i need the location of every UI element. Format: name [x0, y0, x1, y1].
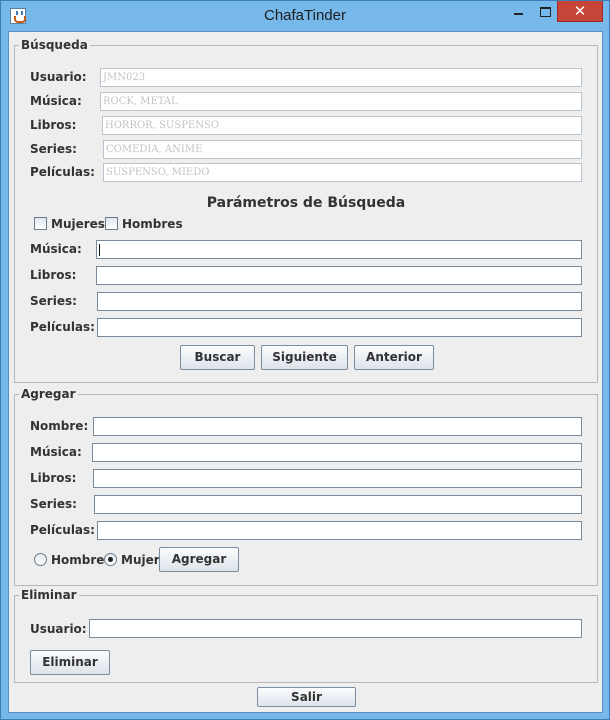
agregar-libros-input[interactable] [93, 469, 582, 488]
filter-musica-input[interactable] [96, 240, 582, 259]
salir-button[interactable]: Salir [257, 687, 356, 707]
filter-series-input[interactable] [97, 292, 582, 311]
profile-musica-field: ROCK, METAL [100, 92, 582, 111]
agregar-nombre-label: Nombre: [30, 419, 89, 433]
parametros-heading: Parámetros de Búsqueda [206, 195, 406, 211]
agregar-nombre-input[interactable] [93, 417, 582, 436]
mujeres-checkbox-label[interactable]: Mujeres [51, 217, 105, 231]
profile-usuario-label: Usuario: [30, 70, 87, 84]
agregar-peliculas-input[interactable] [97, 521, 582, 540]
agregar-libros-label: Libros: [30, 471, 77, 485]
close-button[interactable]: ✕ [557, 1, 603, 22]
profile-series-field: COMEDIA, ANIME [103, 140, 582, 159]
busqueda-group-title: Búsqueda [19, 37, 90, 53]
eliminar-group-title: Eliminar [19, 587, 79, 603]
hombre-radio-label[interactable]: Hombre [51, 553, 104, 567]
agregar-peliculas-label: Películas: [30, 523, 95, 537]
eliminar-group: Eliminar Usuario: Eliminar [14, 587, 598, 683]
eliminar-usuario-label: Usuario: [30, 622, 87, 636]
text-caret [99, 244, 100, 256]
filter-peliculas-input[interactable] [97, 318, 582, 337]
app-window: ChafaTinder ✕ Búsqueda Usuario: JMN023 M… [0, 0, 610, 720]
mujeres-checkbox[interactable] [34, 217, 47, 230]
agregar-series-label: Series: [30, 497, 77, 511]
agregar-musica-label: Música: [30, 445, 82, 459]
filter-peliculas-label: Películas: [30, 320, 95, 334]
anterior-button[interactable]: Anterior [354, 345, 434, 370]
siguiente-button[interactable]: Siguiente [261, 345, 348, 370]
agregar-musica-input[interactable] [92, 443, 582, 462]
minimize-button[interactable] [505, 1, 532, 22]
hombres-checkbox[interactable] [105, 217, 118, 230]
agregar-series-input[interactable] [94, 495, 582, 514]
mujer-radio[interactable] [104, 553, 117, 566]
busqueda-group: Búsqueda Usuario: JMN023 Música: ROCK, M… [14, 37, 598, 383]
filter-libros-label: Libros: [30, 268, 77, 282]
filter-musica-label: Música: [30, 242, 82, 256]
hombres-checkbox-label[interactable]: Hombres [122, 217, 183, 231]
profile-series-label: Series: [30, 142, 77, 156]
mujer-radio-label[interactable]: Mujer [121, 553, 160, 567]
agregar-group: Agregar Nombre: Música: Libros: Series: … [14, 386, 598, 586]
hombre-radio[interactable] [34, 553, 47, 566]
agregar-button[interactable]: Agregar [159, 547, 239, 572]
agregar-group-title: Agregar [19, 386, 78, 402]
filter-libros-input[interactable] [96, 266, 582, 285]
eliminar-button[interactable]: Eliminar [30, 650, 110, 675]
maximize-button[interactable] [531, 1, 558, 22]
close-icon: ✕ [573, 2, 587, 20]
buscar-button[interactable]: Buscar [180, 345, 255, 370]
profile-libros-field: HORROR, SUSPENSO [102, 116, 582, 135]
filter-series-label: Series: [30, 294, 77, 308]
title-bar[interactable]: ChafaTinder ✕ [1, 1, 609, 31]
eliminar-usuario-input[interactable] [89, 619, 582, 638]
content-pane: Búsqueda Usuario: JMN023 Música: ROCK, M… [8, 31, 603, 713]
profile-musica-label: Música: [30, 94, 82, 108]
profile-peliculas-label: Películas: [30, 165, 95, 179]
profile-libros-label: Libros: [30, 118, 77, 132]
profile-peliculas-field: SUSPENSO, MIEDO [103, 163, 582, 182]
profile-usuario-field: JMN023 [100, 68, 582, 87]
